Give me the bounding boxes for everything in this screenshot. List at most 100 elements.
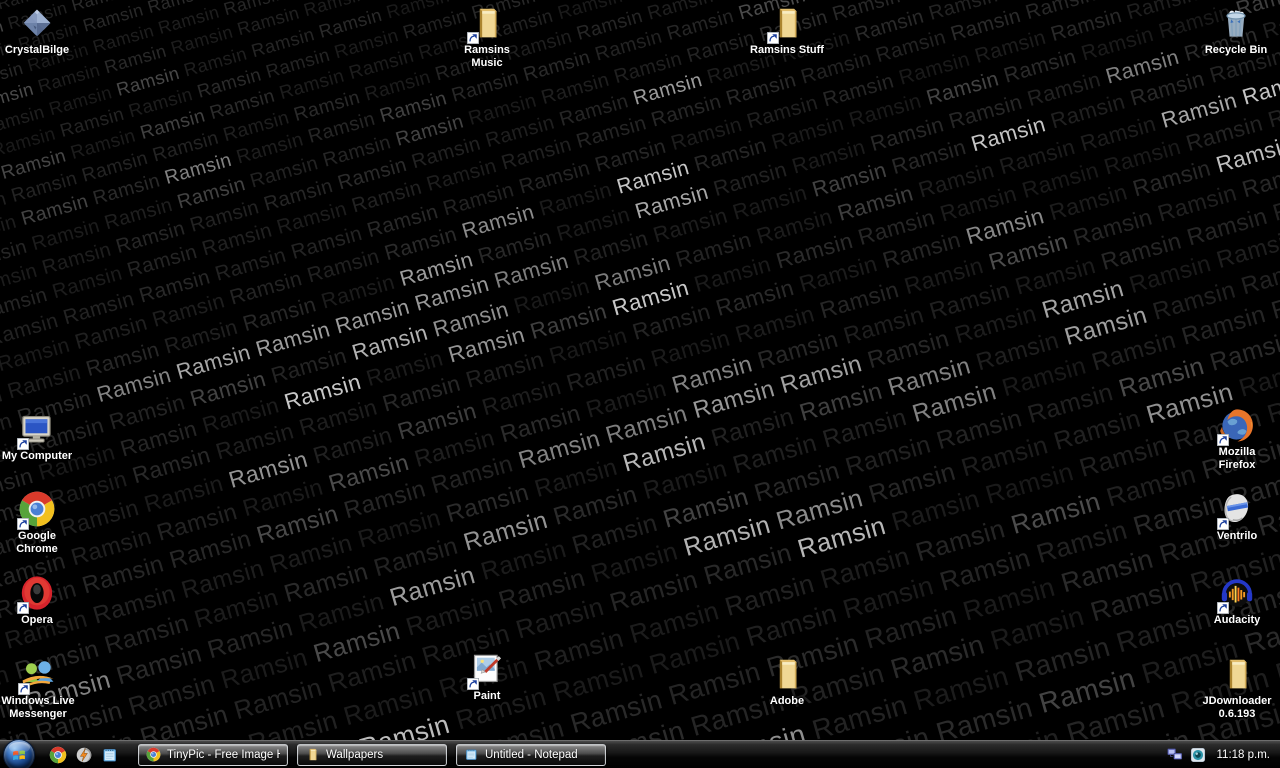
desktop-icon-label-line: Chrome [0,543,82,556]
shortcut-arrow-glyph [467,32,479,44]
desktop-icon-label: Windows LiveMessenger [0,695,83,721]
notepad-icon [464,747,479,762]
task-button-0[interactable]: TinyPic - Free Image H... [138,744,288,766]
desktop-icon-label-line: Opera [0,614,82,627]
chrome-icon [49,746,67,764]
ventrilo-tray-glyph [1189,746,1207,764]
shortcut-arrow-glyph [1217,602,1229,614]
desktop-icon-label-line: Ramsins [442,44,532,57]
desktop-icon-crystalbilge[interactable]: CrystalBilge [0,4,82,57]
desktop-icon-mozilla-firefox[interactable]: MozillaFirefox [1192,406,1280,472]
desktop-icon-label-line: Adobe [742,695,832,708]
system-tray: 11:18 p.m. [1166,746,1280,764]
desktop-icon-label-line: Google [0,530,82,543]
shortcut-arrow-icon [17,602,29,614]
desktop-icon-label: Paint [442,690,532,703]
desktop-icon-adobe[interactable]: Adobe [742,655,832,708]
notepad-icon [101,746,119,764]
shortcut-arrow-icon [767,32,779,44]
chrome-icon [146,747,161,762]
desktop-icon-label: My Computer [0,450,82,463]
shortcut-arrow-icon [18,683,30,695]
desktop-icon-label-line: 0.6.193 [1192,708,1280,721]
task-button-label: TinyPic - Free Image H... [167,749,280,761]
taskbar: TinyPic - Free Image H... Wallpapers Untit… [0,740,1280,768]
desktop-icon-label-line: Ventrilo [1192,530,1280,543]
quick-launch-winamp[interactable] [75,746,93,764]
recycle-icon [1217,4,1255,42]
desktop-icon-label: Opera [0,614,82,627]
shortcut-arrow-icon [467,678,479,690]
desktop-icon-label: Adobe [742,695,832,708]
tray-ventrilo-tray-icon[interactable] [1189,746,1207,764]
desktop-icon-label: RamsinsMusic [442,44,532,70]
shortcut-arrow-glyph [17,518,29,530]
desktop-icon-label: MozillaFirefox [1192,446,1280,472]
quick-launch-bar [49,746,119,764]
shortcut-arrow-glyph [467,678,479,690]
desktop-icon-label-line: Music [442,57,532,70]
shortcut-arrow-glyph [18,683,30,695]
screen: Ramsin Ramsin Ramsin Ramsin Ramsin Ramsi… [0,0,1280,768]
shortcut-arrow-icon [467,32,479,44]
folder-icon [305,747,320,762]
desktop-icon-audacity[interactable]: Audacity [1192,574,1280,627]
shortcut-arrow-glyph [17,438,29,450]
desktop-icon-ramsins-stuff[interactable]: Ramsins Stuff [742,4,832,57]
desktop-icon-google-chrome[interactable]: GoogleChrome [0,490,82,556]
desktop-icon-windows-live-messenger[interactable]: Windows LiveMessenger [0,655,83,721]
desktop-icon-label-line: JDownloader [1192,695,1280,708]
shortcut-arrow-icon [1217,602,1229,614]
tray-icons [1166,746,1207,764]
desktop-icons-layer: CrystalBilge RamsinsMusic Ramsins Stuff Rec… [0,0,1280,768]
desktop-icon-opera[interactable]: Opera [0,574,82,627]
shortcut-arrow-icon [1217,518,1229,530]
desktop-icon-label-line: My Computer [0,450,82,463]
shortcut-arrow-glyph [767,32,779,44]
quick-launch-chrome[interactable] [49,746,67,764]
task-buttons: TinyPic - Free Image H... Wallpapers Untit… [129,744,606,766]
desktop-icon-label-line: Windows Live [0,695,83,708]
desktop-icon-label: Audacity [1192,614,1280,627]
desktop-icon-ramsins-music[interactable]: RamsinsMusic [442,4,532,70]
desktop-icon-paint[interactable]: Paint [442,650,532,703]
shortcut-arrow-icon [1217,434,1229,446]
shortcut-arrow-icon [17,518,29,530]
start-button[interactable] [3,739,35,768]
task-button-2[interactable]: Untitled - Notepad [456,744,606,766]
desktop-icon-recycle-bin[interactable]: Recycle Bin [1191,4,1280,57]
tray-network-icon[interactable] [1166,746,1184,764]
desktop-icon-label-line: Ramsins Stuff [742,44,832,57]
shortcut-arrow-glyph [1217,518,1229,530]
desktop-icon-label: Recycle Bin [1191,44,1280,57]
desktop-icon-label: Ventrilo [1192,530,1280,543]
shortcut-arrow-icon [17,438,29,450]
quick-launch-notepad[interactable] [101,746,119,764]
folder-icon [768,655,806,693]
desktop-icon-label-line: Paint [442,690,532,703]
desktop-root: { "wallpaper": { "word": "Ramsin", "back… [0,0,1280,768]
desktop-icon-label: GoogleChrome [0,530,82,556]
desktop-icon-label: CrystalBilge [0,44,82,57]
desktop-icon-label-line: Messenger [0,708,83,721]
shortcut-arrow-glyph [17,602,29,614]
desktop-icon-my-computer[interactable]: My Computer [0,410,82,463]
clock[interactable]: 11:18 p.m. [1217,749,1271,761]
task-button-1[interactable]: Wallpapers [297,744,447,766]
desktop-icon-label-line: Audacity [1192,614,1280,627]
desktop-icon-label-line: Recycle Bin [1191,44,1280,57]
desktop-icon-ventrilo[interactable]: Ventrilo [1192,490,1280,543]
task-button-label: Wallpapers [326,749,383,761]
task-button-label: Untitled - Notepad [485,749,578,761]
winamp-icon [75,746,93,764]
desktop-icon-label: JDownloader0.6.193 [1192,695,1280,721]
crystal-icon [18,4,56,42]
desktop-icon-label-line: CrystalBilge [0,44,82,57]
network-glyph [1166,746,1184,764]
desktop-icon-label-line: Firefox [1192,459,1280,472]
folder-icon [1218,655,1256,693]
desktop-icon-jdownloader[interactable]: JDownloader0.6.193 [1192,655,1280,721]
shortcut-arrow-glyph [1217,434,1229,446]
desktop-icon-label: Ramsins Stuff [742,44,832,57]
windows-flag-icon [10,746,28,764]
